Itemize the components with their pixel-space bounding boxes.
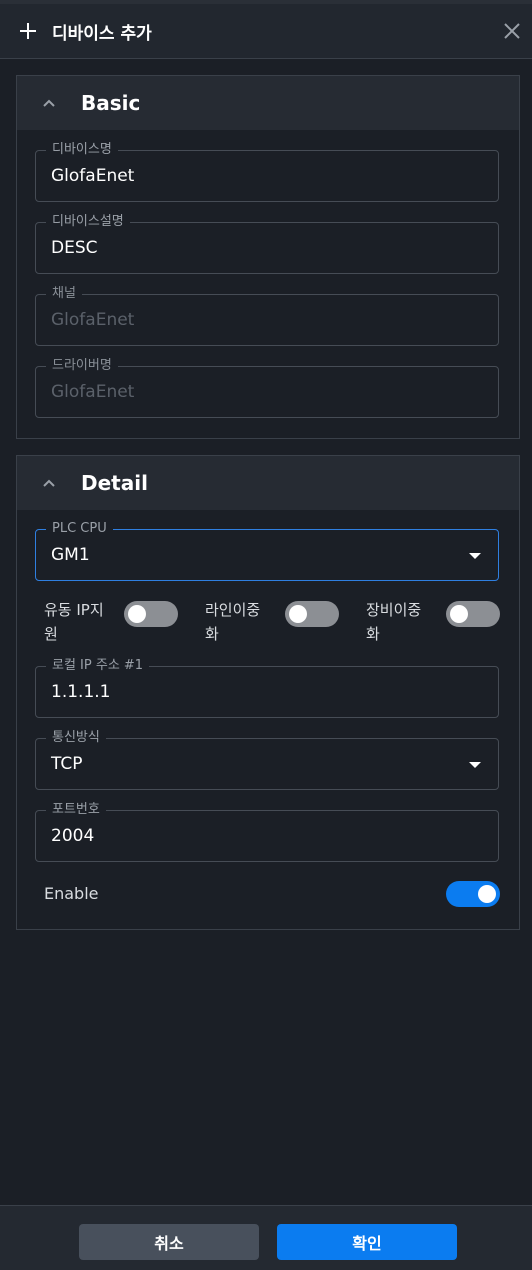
plus-icon — [18, 20, 40, 42]
chevron-up-icon[interactable] — [39, 473, 59, 493]
dialog-footer: 취소 확인 — [0, 1205, 532, 1270]
dialog-header: 디바이스 추가 — [0, 4, 532, 59]
device-desc-label: 디바이스설명 — [46, 214, 130, 230]
protocol-value: TCP — [51, 754, 83, 774]
dropdown-arrow-icon[interactable] — [469, 762, 481, 768]
device-name-value: GlofaEnet — [51, 166, 135, 186]
device-desc-field[interactable]: 디바이스설명 DESC — [35, 214, 499, 274]
device-desc-value: DESC — [51, 238, 98, 258]
device-redundancy-toggle[interactable] — [446, 601, 500, 627]
local-ip-value: 1.1.1.1 — [51, 682, 111, 702]
basic-section-title: Basic — [81, 91, 141, 115]
basic-section: Basic 디바이스명 GlofaEnet 디바이스설명 DESC 채널 Glo… — [16, 75, 520, 439]
channel-value: GlofaEnet — [51, 310, 135, 330]
plc-cpu-select[interactable]: PLC CPU GM1 — [35, 521, 499, 581]
plc-cpu-label: PLC CPU — [46, 521, 113, 537]
protocol-label: 통신방식 — [46, 730, 106, 746]
channel-field: 채널 GlofaEnet — [35, 286, 499, 346]
cancel-button[interactable]: 취소 — [79, 1224, 259, 1260]
channel-label: 채널 — [46, 286, 82, 302]
driver-name-field: 드라이버명 GlofaEnet — [35, 358, 499, 418]
toggle-knob — [289, 605, 307, 623]
port-value: 2004 — [51, 826, 95, 846]
toggle-knob — [478, 885, 496, 903]
protocol-select[interactable]: 통신방식 TCP — [35, 730, 499, 790]
enable-toggle[interactable] — [446, 881, 500, 907]
local-ip-field[interactable]: 로컬 IP 주소 #1 1.1.1.1 — [35, 658, 499, 718]
line-redundancy-toggle[interactable] — [285, 601, 339, 627]
redundancy-toggles: 유동 IP지원 라인이중화 장비이중화 — [17, 598, 519, 648]
confirm-button[interactable]: 확인 — [277, 1224, 457, 1260]
floating-ip-toggle[interactable] — [124, 601, 178, 627]
basic-section-header[interactable]: Basic — [17, 76, 519, 130]
line-redundancy-label: 라인이중화 — [205, 601, 261, 643]
floating-ip-label: 유동 IP지원 — [44, 601, 104, 643]
detail-section: Detail PLC CPU GM1 유동 IP지원 라인이중화 장비이중화 로… — [16, 455, 520, 930]
dropdown-arrow-icon[interactable] — [469, 553, 481, 559]
toggle-knob — [128, 605, 146, 623]
detail-section-header[interactable]: Detail — [17, 456, 519, 510]
dialog-title: 디바이스 추가 — [52, 23, 152, 44]
close-icon[interactable] — [502, 21, 522, 41]
chevron-up-icon[interactable] — [39, 93, 59, 113]
driver-name-value: GlofaEnet — [51, 382, 135, 402]
plc-cpu-value: GM1 — [51, 545, 90, 565]
detail-section-title: Detail — [81, 471, 148, 495]
local-ip-label: 로컬 IP 주소 #1 — [46, 658, 150, 674]
device-name-label: 디바이스명 — [46, 142, 118, 158]
driver-name-label: 드라이버명 — [46, 358, 118, 374]
device-redundancy-label: 장비이중화 — [366, 601, 422, 643]
toggle-knob — [450, 605, 468, 623]
enable-label: Enable — [44, 884, 99, 903]
port-field[interactable]: 포트번호 2004 — [35, 802, 499, 862]
device-name-field[interactable]: 디바이스명 GlofaEnet — [35, 142, 499, 202]
port-label: 포트번호 — [46, 802, 106, 818]
